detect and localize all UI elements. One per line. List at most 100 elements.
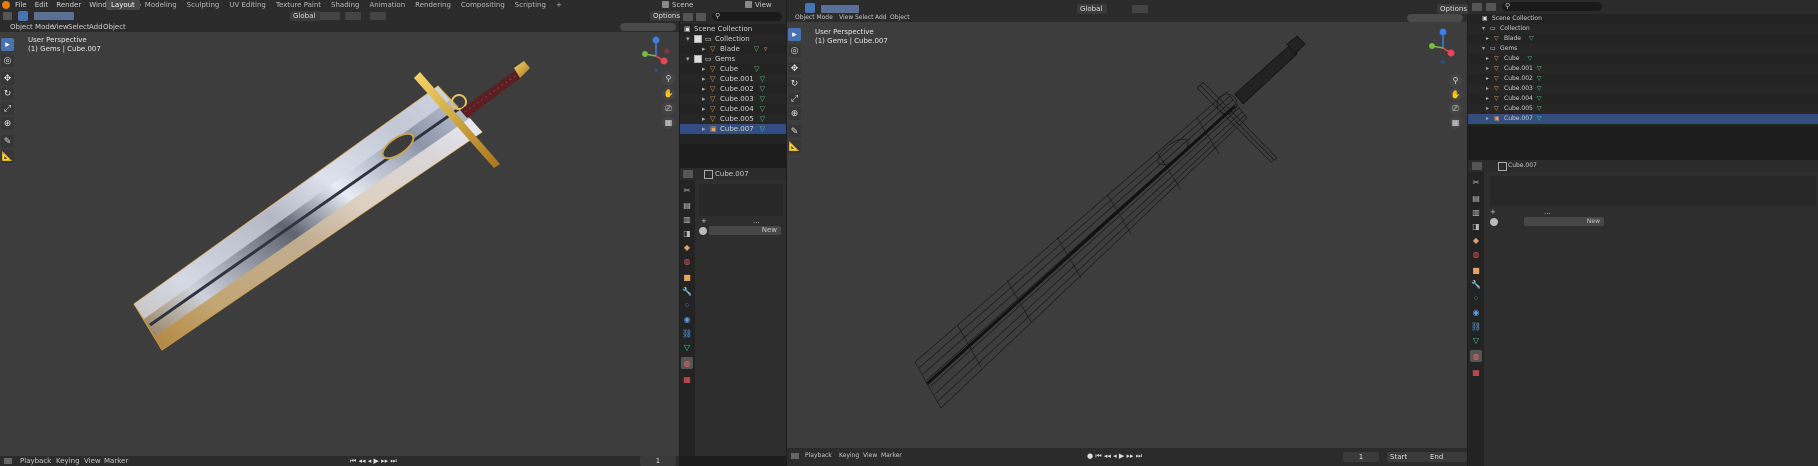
timeline-menu-view[interactable]: View [863, 452, 877, 459]
object-tab-icon[interactable]: ■ [1470, 264, 1482, 276]
object-tab-icon[interactable]: ■ [681, 271, 693, 283]
rotate-tool[interactable]: ↻ [788, 77, 801, 90]
expand-arrow-icon[interactable]: ▸ [702, 94, 710, 104]
expand-arrow-icon[interactable]: ▸ [1486, 54, 1494, 64]
expand-arrow-icon[interactable]: ▸ [1486, 34, 1494, 44]
expand-arrow-icon[interactable]: ▸ [702, 84, 710, 94]
tab-modeling[interactable]: Modeling [140, 0, 182, 10]
navigation-gizmo[interactable] [1423, 28, 1463, 64]
outliner-editor-icon[interactable] [683, 13, 693, 21]
playback-controls[interactable]: ⏮ ◂◂ ◂ ▶ ▸▸ ⏭ [350, 457, 410, 465]
material-browse-icon[interactable] [699, 227, 707, 235]
mode-selector[interactable]: Object Mode [795, 14, 833, 22]
tool-tab-icon[interactable]: ✂ [681, 184, 693, 196]
select-box-tool[interactable]: ▸ [1, 38, 14, 51]
particles-tab-icon[interactable]: ⁘ [681, 299, 693, 311]
timeline-menu-marker[interactable]: Marker [104, 456, 128, 466]
data-tab-icon[interactable]: ▽ [1470, 334, 1482, 346]
pan-hand-icon[interactable]: ✋ [662, 87, 675, 100]
rotate-tool[interactable]: ↻ [1, 87, 14, 100]
current-frame-field[interactable]: 1 [1343, 452, 1379, 462]
scene-selector[interactable]: Scene [672, 0, 693, 10]
expand-arrow-icon[interactable]: ▾ [686, 34, 694, 44]
new-material-button[interactable]: New [709, 226, 781, 235]
camera-view-icon[interactable]: ⎚ [662, 102, 675, 115]
cursor-tool[interactable]: ◎ [1, 54, 14, 67]
outliner-row-cube-005[interactable]: ▸ ▽ Cube.005 ▽ [1468, 104, 1818, 114]
transform-tool[interactable]: ⊕ [1, 117, 14, 130]
expand-arrow-icon[interactable]: ▸ [702, 114, 710, 124]
visibility-icons[interactable] [620, 23, 676, 31]
material-tab-icon[interactable]: ◍ [1470, 350, 1482, 362]
menu-object[interactable]: Object [890, 14, 910, 22]
slot-specials-button[interactable]: ... [753, 217, 760, 225]
outliner-row-cube-001[interactable]: ▸ ▽ Cube.001 ▽ [680, 74, 786, 84]
pivot-icon[interactable] [320, 12, 340, 20]
expand-arrow-icon[interactable]: ▾ [1482, 24, 1490, 34]
outliner-row-cube-001[interactable]: ▸ ▽ Cube.001 ▽ [1468, 64, 1818, 74]
checkbox[interactable] [694, 35, 702, 43]
tab-compositing[interactable]: Compositing [456, 0, 510, 10]
options-dropdown[interactable]: Options [650, 11, 684, 21]
select-mode-icons[interactable] [34, 12, 74, 20]
properties-editor-icon[interactable] [683, 170, 693, 178]
select-mode-icons[interactable] [821, 5, 859, 13]
output-tab-icon[interactable]: ▥ [1470, 206, 1482, 218]
playback-controls[interactable]: ● ⏮ ◂◂ ◂ ▶ ▸▸ ⏭ [1087, 452, 1157, 461]
view-layer-tab-icon[interactable]: ◨ [1470, 220, 1482, 232]
outliner-row-cube-002[interactable]: ▸ ▽ Cube.002 ▽ [680, 84, 786, 94]
current-frame-field[interactable]: 1 [640, 456, 676, 466]
render-tab-icon[interactable]: ▤ [681, 199, 693, 211]
cursor-tool[interactable]: ◎ [788, 44, 801, 57]
outliner-row-cube-007[interactable]: ▸ ▣ Cube.007 ▽ [1468, 114, 1818, 124]
expand-arrow-icon[interactable]: ▸ [1486, 104, 1494, 114]
outliner-row-gems[interactable]: ▾ ▭ Gems [680, 54, 786, 64]
outliner-row-blade[interactable]: ▸ ▽ Blade ▽ [1468, 34, 1818, 44]
texture-tab-icon[interactable]: ▦ [1470, 366, 1482, 378]
snap-icon[interactable] [1132, 5, 1148, 13]
output-tab-icon[interactable]: ▥ [681, 213, 693, 225]
tab-layout[interactable]: Layout [106, 0, 140, 10]
outliner-row-cube[interactable]: ▸ ▽ Cube ▽ [680, 64, 786, 74]
transform-orientation-dropdown[interactable]: Global [290, 11, 320, 21]
outliner-row-cube-004[interactable]: ▸ ▽ Cube.004 ▽ [680, 104, 786, 114]
expand-arrow-icon[interactable]: ▸ [702, 64, 710, 74]
outliner-row-cube-003[interactable]: ▸ ▽ Cube.003 ▽ [1468, 84, 1818, 94]
transform-tool[interactable]: ⊕ [788, 107, 801, 120]
tab-scripting[interactable]: Scripting [510, 0, 551, 10]
outliner-row-blade[interactable]: ▸ ▽ Blade ▽ ▿ [680, 44, 786, 54]
move-tool[interactable]: ✥ [788, 62, 801, 75]
timeline-menu-playback[interactable]: Playback [20, 456, 51, 466]
ortho-grid-icon[interactable]: ▦ [662, 116, 675, 129]
material-slot-list[interactable] [1490, 176, 1816, 206]
scene-tab-icon[interactable]: ◆ [1470, 234, 1482, 246]
properties-editor-icon[interactable] [1472, 162, 1482, 170]
move-tool[interactable]: ✥ [1, 72, 14, 85]
camera-view-icon[interactable]: ⎚ [1449, 102, 1462, 115]
timeline-editor-icon[interactable] [791, 453, 799, 459]
outliner-search-field[interactable]: ⚲ [1502, 2, 1602, 11]
expand-arrow-icon[interactable]: ▸ [702, 74, 710, 84]
outliner-row-collection[interactable]: ▾ ▭ Collection [680, 34, 786, 44]
outliner-row-cube-004[interactable]: ▸ ▽ Cube.004 ▽ [1468, 94, 1818, 104]
expand-arrow-icon[interactable]: ▸ [702, 124, 710, 134]
menu-object[interactable]: Object [99, 22, 130, 32]
world-tab-icon[interactable]: ◍ [681, 255, 693, 267]
end-frame-field[interactable]: End [1427, 452, 1467, 462]
navigation-gizmo[interactable] [636, 36, 676, 72]
right-3d-viewport[interactable]: User Perspective (1) Gems | Cube.007 ▸ ◎… [787, 22, 1467, 448]
world-tab-icon[interactable]: ◍ [1470, 248, 1482, 260]
physics-tab-icon[interactable]: ◉ [681, 313, 693, 325]
tool-tab-icon[interactable]: ✂ [1470, 176, 1482, 188]
outliner-row-cube-005[interactable]: ▸ ▽ Cube.005 ▽ [680, 114, 786, 124]
add-workspace-button[interactable]: + [551, 0, 567, 10]
material-browse-icon[interactable] [1490, 218, 1498, 226]
tab-texture-paint[interactable]: Texture Paint [271, 0, 326, 10]
expand-arrow-icon[interactable]: ▾ [1482, 44, 1490, 54]
outliner-row-cube[interactable]: ▸ ▽ Cube ▽ [1468, 54, 1818, 64]
add-slot-button[interactable]: + [701, 217, 707, 225]
physics-tab-icon[interactable]: ◉ [1470, 306, 1482, 318]
data-tab-icon[interactable]: ▽ [681, 341, 693, 353]
proportional-edit-icon[interactable] [370, 12, 386, 20]
expand-arrow-icon[interactable]: ▸ [1486, 74, 1494, 84]
